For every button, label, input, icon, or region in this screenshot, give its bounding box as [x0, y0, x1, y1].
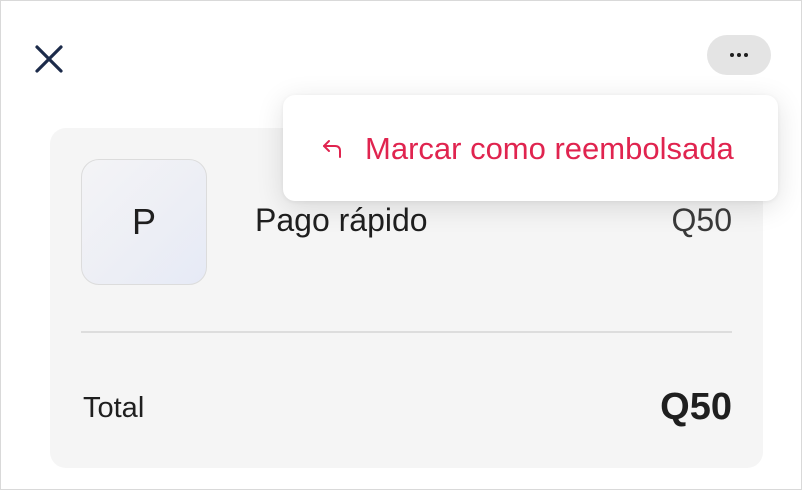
- more-horizontal-icon: [730, 53, 734, 57]
- item-name: Pago rápido: [255, 202, 428, 238]
- item-price: Q50: [671, 202, 732, 238]
- receipt-panel: P Pago rápido Q50 Total Q50 Marcar como …: [0, 0, 802, 490]
- divider: [81, 331, 732, 333]
- more-options-button[interactable]: [707, 35, 771, 75]
- menu-item-label: Marcar como reembolsada: [365, 131, 734, 166]
- close-icon: [35, 45, 63, 73]
- options-dropdown-menu: Marcar como reembolsada: [283, 95, 778, 201]
- item-avatar: P: [81, 159, 207, 285]
- total-value: Q50: [660, 386, 732, 428]
- total-label: Total: [83, 392, 145, 424]
- undo-arrow-icon: [323, 140, 341, 158]
- close-button[interactable]: [29, 39, 69, 79]
- mark-as-refunded-menu-item[interactable]: Marcar como reembolsada: [319, 129, 734, 169]
